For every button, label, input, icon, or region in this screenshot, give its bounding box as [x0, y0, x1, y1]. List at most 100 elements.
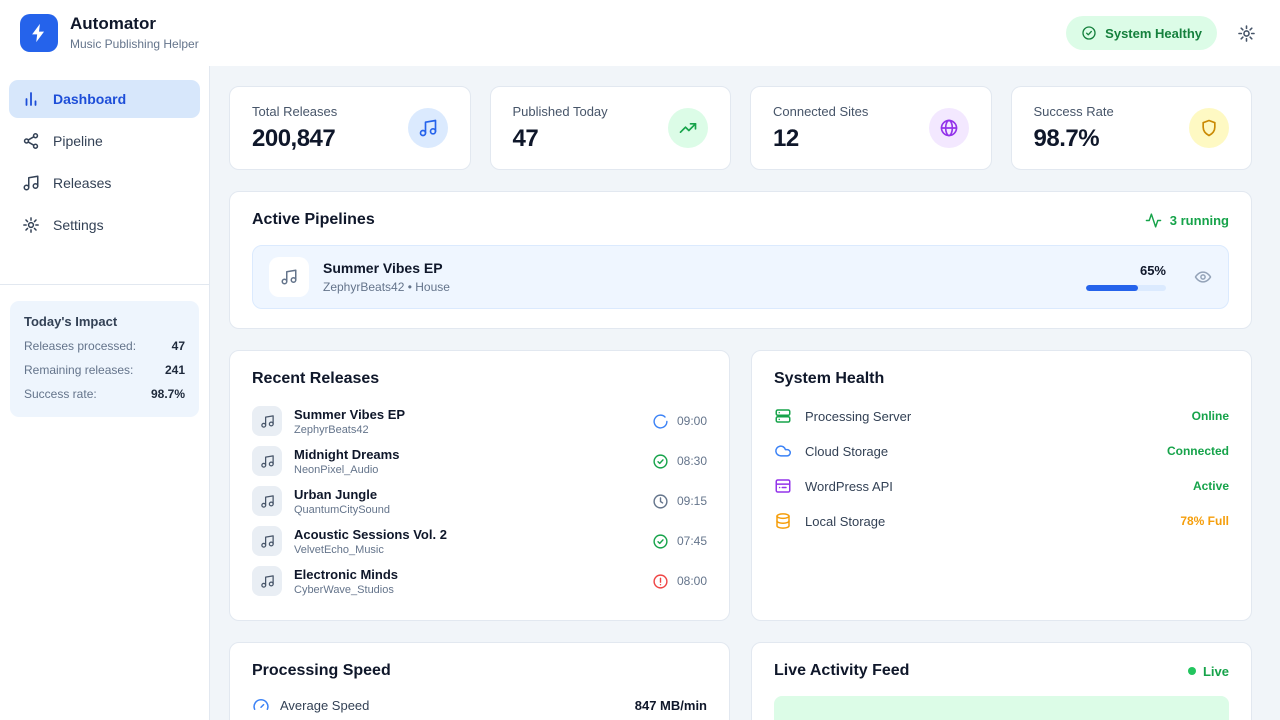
release-row[interactable]: Urban Jungle QuantumCitySound 09:15 [252, 481, 707, 521]
processing-speed-card: Processing Speed Average Speed 847 MB/mi… [229, 642, 730, 720]
system-healthy-label: System Healthy [1105, 26, 1202, 41]
top-bar: Automator Music Publishing Helper System… [0, 0, 1280, 66]
sidebar-divider [0, 284, 209, 285]
live-indicator: Live [1188, 664, 1229, 679]
impact-label: Success rate: [24, 387, 97, 401]
stat-value: 47 [513, 125, 608, 153]
stat-value: 200,847 [252, 125, 337, 153]
sidebar-item-label: Settings [53, 217, 104, 233]
stat-card-published-today: Published Today 47 [490, 86, 732, 170]
system-health-title: System Health [774, 370, 884, 388]
cloud-icon [774, 442, 792, 460]
recent-releases-card: Recent Releases Summer Vibes EP ZephyrBe… [229, 350, 730, 621]
health-status: Connected [1167, 444, 1229, 458]
health-row: Processing Server Online [774, 401, 1229, 431]
clock-icon [652, 493, 669, 510]
health-row: WordPress API Active [774, 471, 1229, 501]
brand: Automator Music Publishing Helper [20, 14, 199, 52]
active-pipelines-title: Active Pipelines [252, 211, 375, 229]
settings-gear-button[interactable] [1237, 24, 1256, 43]
music-note-icon [252, 526, 282, 556]
music-note-icon [22, 174, 40, 192]
running-indicator: 3 running [1145, 212, 1229, 229]
release-artist: VelvetEcho_Music [294, 544, 447, 556]
view-pipeline-button[interactable] [1194, 268, 1212, 286]
progress-bar [1086, 285, 1166, 291]
gear-icon [22, 216, 40, 234]
release-row[interactable]: Summer Vibes EP ZephyrBeats42 09:00 [252, 401, 707, 441]
health-label: Cloud Storage [805, 444, 888, 459]
pipeline-title: Summer Vibes EP [323, 260, 1072, 276]
music-note-icon [252, 486, 282, 516]
active-pipelines-card: Active Pipelines 3 running Summer Vibes … [229, 191, 1252, 329]
health-label: Processing Server [805, 409, 911, 424]
pipeline-progress-fill [1086, 285, 1138, 291]
stat-label: Success Rate [1034, 104, 1114, 119]
release-title: Acoustic Sessions Vol. 2 [294, 527, 447, 542]
sidebar-item-releases[interactable]: Releases [9, 164, 200, 202]
pipeline-icon [22, 132, 40, 150]
stat-label: Total Releases [252, 104, 337, 119]
trending-up-icon [668, 108, 708, 148]
sidebar-item-label: Releases [53, 175, 111, 191]
impact-title: Today's Impact [24, 314, 185, 329]
eye-icon [1194, 268, 1212, 286]
release-title: Midnight Dreams [294, 447, 399, 462]
processing-speed-title: Processing Speed [252, 662, 391, 680]
wordpress-icon [774, 477, 792, 495]
pipeline-row[interactable]: Summer Vibes EP ZephyrBeats42 • House 65… [252, 245, 1229, 309]
stat-value: 98.7% [1034, 125, 1114, 153]
average-speed-value: 847 MB/min [635, 698, 707, 713]
release-row[interactable]: Midnight Dreams NeonPixel_Audio 08:30 [252, 441, 707, 481]
gauge-icon [252, 696, 270, 714]
server-icon [774, 407, 792, 425]
impact-row: Success rate: 98.7% [24, 387, 185, 401]
health-status: Active [1193, 479, 1229, 493]
impact-label: Releases processed: [24, 339, 136, 353]
health-row: Local Storage 78% Full [774, 506, 1229, 536]
database-icon [774, 512, 792, 530]
gear-icon [1237, 24, 1256, 43]
stat-card-success-rate: Success Rate 98.7% [1011, 86, 1253, 170]
health-status: 78% Full [1180, 514, 1229, 528]
spinner-icon [652, 413, 669, 430]
activity-pulse-icon [1145, 212, 1162, 229]
release-title: Electronic Minds [294, 567, 398, 582]
live-dot-icon [1188, 667, 1196, 675]
average-speed-row: Average Speed 847 MB/min [252, 696, 707, 714]
health-label: WordPress API [805, 479, 893, 494]
release-time: 07:45 [677, 534, 707, 548]
impact-row: Remaining releases: 241 [24, 363, 185, 377]
bar-chart-icon [22, 90, 40, 108]
shield-icon [1189, 108, 1229, 148]
health-status: Online [1192, 409, 1229, 423]
stat-value: 12 [773, 125, 868, 153]
system-healthy-badge[interactable]: System Healthy [1066, 16, 1217, 50]
stat-card-total-releases: Total Releases 200,847 [229, 86, 471, 170]
music-note-icon [408, 108, 448, 148]
release-row[interactable]: Acoustic Sessions Vol. 2 VelvetEcho_Musi… [252, 521, 707, 561]
live-label: Live [1203, 664, 1229, 679]
impact-value: 47 [172, 339, 185, 353]
pipeline-progress: 65% [1086, 263, 1166, 291]
check-circle-icon [652, 533, 669, 550]
system-health-card: System Health Processing Server Online C… [751, 350, 1252, 621]
music-note-icon [269, 257, 309, 297]
music-note-icon [252, 446, 282, 476]
music-note-icon [252, 566, 282, 596]
music-note-icon [252, 406, 282, 436]
check-circle-icon [652, 453, 669, 470]
release-time: 08:00 [677, 574, 707, 588]
sidebar-item-dashboard[interactable]: Dashboard [9, 80, 200, 118]
live-activity-feed-card: Live Activity Feed Live [751, 642, 1252, 720]
app-title: Automator [70, 15, 199, 34]
activity-feed-title: Live Activity Feed [774, 662, 909, 680]
impact-value: 98.7% [151, 387, 185, 401]
release-title: Urban Jungle [294, 487, 390, 502]
sidebar-item-settings[interactable]: Settings [9, 206, 200, 244]
impact-row: Releases processed: 47 [24, 339, 185, 353]
running-count-label: 3 running [1170, 213, 1229, 228]
sidebar-item-pipeline[interactable]: Pipeline [9, 122, 200, 160]
release-row[interactable]: Electronic Minds CyberWave_Studios 08:00 [252, 561, 707, 601]
app-subtitle: Music Publishing Helper [70, 37, 199, 51]
